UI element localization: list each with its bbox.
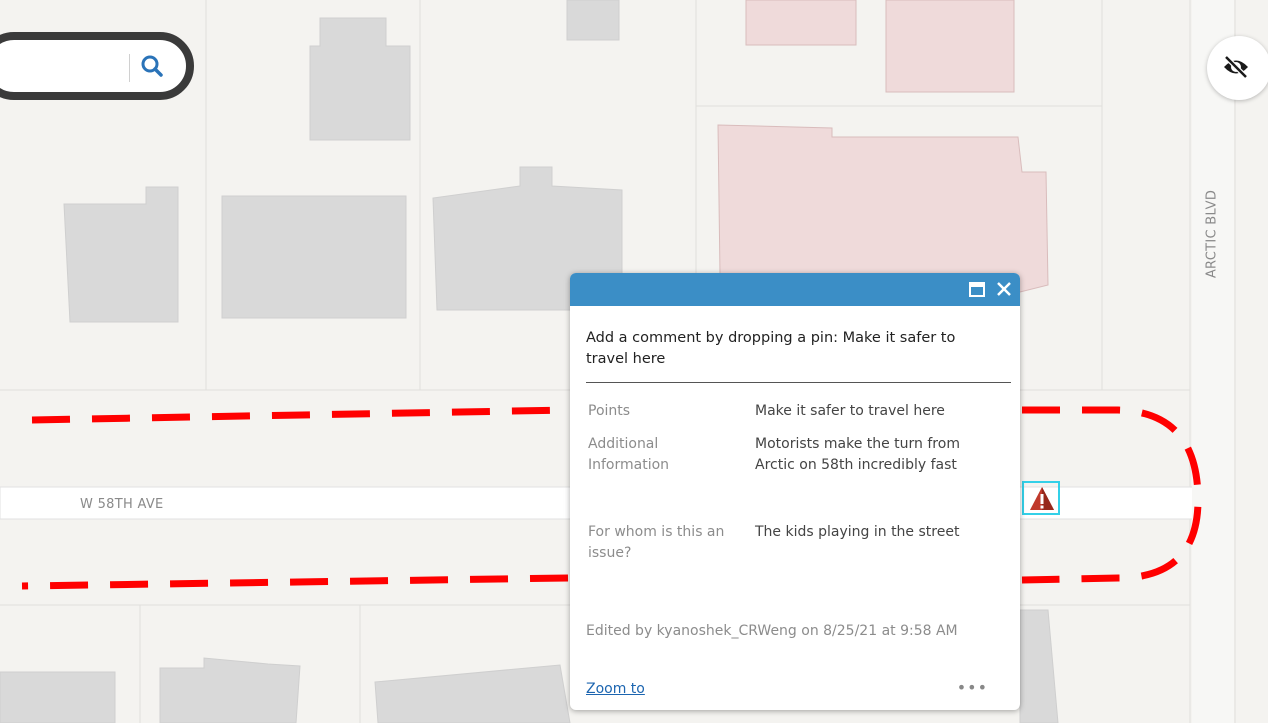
attribute-value: Motorists make the turn from Arctic on 5… [755,436,960,473]
street-label-arctic-blvd: ARCTIC BLVD [1204,189,1220,279]
popup-header [570,273,1020,306]
search-icon [141,55,163,77]
search-divider [129,54,130,82]
selected-pin[interactable] [1022,481,1060,515]
visibility-toggle-button[interactable] [1207,36,1268,100]
attribute-label: Points [588,403,631,419]
attribute-value: Make it safer to travel here [755,403,945,419]
warning-pin-icon [1030,487,1054,510]
search-button[interactable] [138,50,168,84]
search-box [0,32,194,100]
attribute-value: The kids playing in the street [755,524,960,540]
search-input[interactable] [12,52,136,82]
maximize-button[interactable] [969,282,985,297]
close-button[interactable] [994,279,1014,299]
zoom-to-link[interactable]: Zoom to [586,681,645,697]
more-options-button[interactable]: ••• [957,678,988,698]
attribute-label: Additional Information [588,436,670,473]
feature-popup: Add a comment by dropping a pin: Make it… [570,273,1020,710]
attribute-label: For whom is this an issue? [588,524,725,561]
eye-off-icon [1224,55,1248,79]
maximize-icon [969,282,985,297]
close-icon [997,282,1011,296]
street-label-w-58th-ave: W 58TH AVE [80,497,164,512]
title-divider [586,382,1011,383]
edit-info: Edited by kyanoshek_CRWeng on 8/25/21 at… [586,623,958,639]
popup-title: Add a comment by dropping a pin: Make it… [586,330,956,367]
